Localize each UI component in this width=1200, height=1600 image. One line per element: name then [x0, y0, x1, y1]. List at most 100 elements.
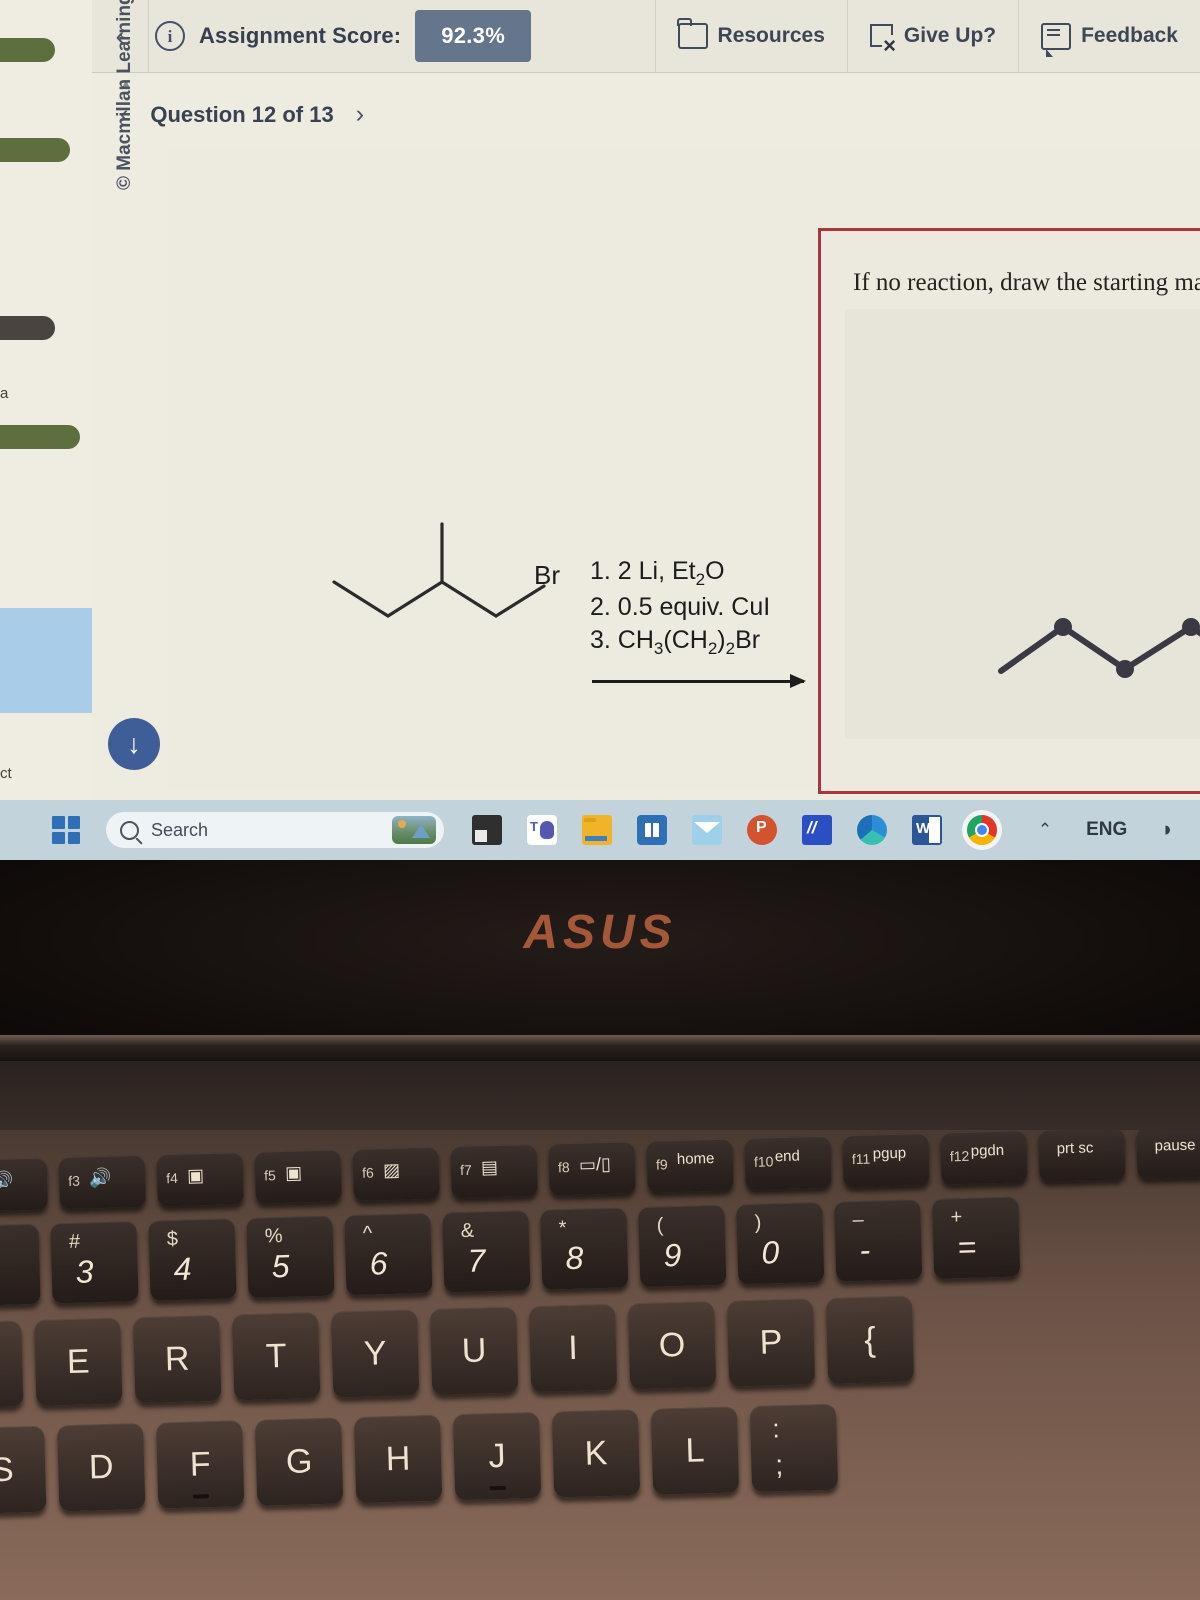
reagent-conditions: 1. 2 Li, Et2O 2. 0.5 equiv. CuI 3. CH3(C… [590, 555, 770, 661]
key-shift-label: : [771, 1413, 781, 1444]
background-pill [0, 138, 70, 162]
key-fn-label: f11 [851, 1150, 871, 1168]
key-8[interactable]: * 8 [540, 1207, 629, 1290]
search-icon [120, 820, 139, 840]
info-icon[interactable]: i [155, 21, 185, 51]
key-f[interactable]: F [155, 1420, 245, 1509]
reagent-line-3: 3. CH3(CH2)2Br [590, 626, 761, 659]
microsoft-teams-icon[interactable] [527, 815, 557, 845]
word-icon[interactable] [912, 815, 942, 845]
language-indicator[interactable]: ENG [1086, 819, 1127, 841]
search-input[interactable]: Search [106, 812, 444, 848]
keyboard-function-row: f2🔊f3🔊f4▣f5▣f6▨f7▤f8▭/▯f9homef10endf11pg… [0, 1130, 1200, 1212]
file-explorer-icon[interactable] [472, 815, 502, 845]
key-y[interactable]: Y [330, 1309, 420, 1398]
key-=[interactable]: + = [932, 1196, 1021, 1279]
reagent-line-1: 1. 2 Li, Et2O [590, 557, 725, 589]
bromine-label: Br [534, 560, 560, 590]
key-shift-label: % [264, 1225, 283, 1248]
key-prt-sc[interactable]: prt sc [1038, 1130, 1126, 1182]
key-g[interactable]: G [254, 1417, 344, 1506]
wifi-icon[interactable]: ◗ [1161, 818, 1174, 842]
key-t[interactable]: T [232, 1312, 321, 1401]
key-shift-label: – [852, 1208, 865, 1232]
key-bracket-left[interactable]: { [825, 1295, 915, 1384]
key-w[interactable]: W [0, 1320, 24, 1409]
key-fn-sup: pgup [872, 1144, 907, 1163]
search-placeholder: Search [151, 819, 209, 840]
key-0[interactable]: ) 0 [736, 1201, 825, 1285]
microsoft-store-icon[interactable] [637, 815, 667, 845]
windows-icon[interactable] [52, 816, 80, 844]
key-s[interactable]: S [0, 1425, 47, 1515]
chemdraw-icon[interactable] [802, 815, 832, 845]
key-fn-label: f8 [557, 1159, 570, 1176]
give-up-button[interactable]: Give Up? [848, 0, 1018, 72]
key-9[interactable]: (9 [638, 1204, 727, 1288]
assignment-score-badge: 92.3% [415, 10, 532, 62]
key-o[interactable]: O [627, 1301, 717, 1390]
folder-icon[interactable] [582, 815, 612, 845]
key-7[interactable]: & 7 [442, 1210, 531, 1293]
key-2[interactable]: @2 [0, 1223, 41, 1307]
key-6[interactable]: ^ 6 [344, 1212, 433, 1296]
assignment-header: ‹ i Assignment Score: 92.3% Resources Gi… [92, 0, 1200, 73]
key--[interactable]: – - [834, 1199, 923, 1282]
google-chrome-icon[interactable] [967, 815, 997, 845]
key-semicolon[interactable]: :; [749, 1403, 839, 1493]
key-pause[interactable]: pause [1136, 1130, 1200, 1180]
feedback-button[interactable]: Feedback [1019, 0, 1200, 72]
key-f11[interactable]: f11 pgup [842, 1132, 930, 1188]
next-question-button[interactable]: › [356, 100, 364, 129]
feedback-icon [1041, 22, 1072, 57]
background-pill [0, 316, 55, 340]
answer-drawing-panel[interactable]: If no reaction, draw the starting materi… [818, 228, 1200, 794]
key-fn-label: f5 [263, 1167, 277, 1184]
key-l[interactable]: L [650, 1406, 740, 1495]
key-i[interactable]: I [528, 1303, 618, 1393]
key-j[interactable]: J [452, 1411, 542, 1501]
key-f10[interactable]: f10 end [744, 1135, 832, 1191]
key-5[interactable]: % 5 [246, 1215, 335, 1299]
mail-icon[interactable] [692, 815, 722, 845]
reagent-line-2: 2. 0.5 equiv. CuI [590, 593, 771, 622]
key-f6[interactable]: f6 ▨ [352, 1146, 440, 1202]
question-counter-label: Question 12 of 13 [150, 101, 334, 127]
key-3[interactable]: #3 [50, 1221, 139, 1304]
copyright-label: © Macmillan Learning [114, 0, 135, 190]
key-shift-label: $ [166, 1227, 179, 1251]
key-f12[interactable]: f12 pgdn [940, 1130, 1028, 1185]
key-p[interactable]: P [726, 1298, 816, 1387]
key-shift-label: ) [754, 1211, 762, 1234]
answer-canvas[interactable] [845, 309, 1200, 739]
key-fn-sup: pause [1154, 1136, 1196, 1155]
key-f4[interactable]: f4 ▣ [156, 1152, 244, 1207]
key-e[interactable]: E [34, 1317, 123, 1406]
key-k[interactable]: K [551, 1409, 641, 1498]
key-4[interactable]: $4 [148, 1218, 237, 1301]
key-label: 9 [663, 1236, 682, 1274]
key-fn-label: f9 [655, 1156, 668, 1173]
key-u[interactable]: U [429, 1306, 519, 1395]
scroll-down-button[interactable]: ↓ [108, 718, 160, 770]
key-f7[interactable]: f7 ▤ [450, 1143, 538, 1199]
key-h[interactable]: H [353, 1414, 443, 1504]
microsoft-edge-icon[interactable] [857, 815, 887, 845]
show-hidden-icons-button[interactable]: ⌃ [1038, 820, 1052, 840]
key-f3[interactable]: f3 🔊 [58, 1154, 146, 1210]
key-fn-glyph: ▨ [382, 1159, 401, 1181]
reaction-arrow [592, 674, 806, 688]
key-f9[interactable]: f9 home [646, 1138, 734, 1193]
key-r[interactable]: R [133, 1314, 222, 1404]
key-d[interactable]: D [57, 1423, 146, 1512]
key-f5[interactable]: f5 ▣ [254, 1149, 342, 1204]
powerpoint-icon[interactable] [747, 815, 777, 845]
resources-button[interactable]: Resources [656, 0, 847, 72]
key-label: = [956, 1228, 977, 1266]
key-label: 5 [271, 1247, 290, 1285]
background-pill [0, 38, 55, 62]
key-fn-glyph: ▤ [480, 1157, 499, 1178]
key-f2[interactable]: f2🔊 [0, 1157, 49, 1212]
key-f8[interactable]: f8 ▭/▯ [548, 1141, 636, 1196]
key-fn-label: f4 [165, 1169, 179, 1187]
